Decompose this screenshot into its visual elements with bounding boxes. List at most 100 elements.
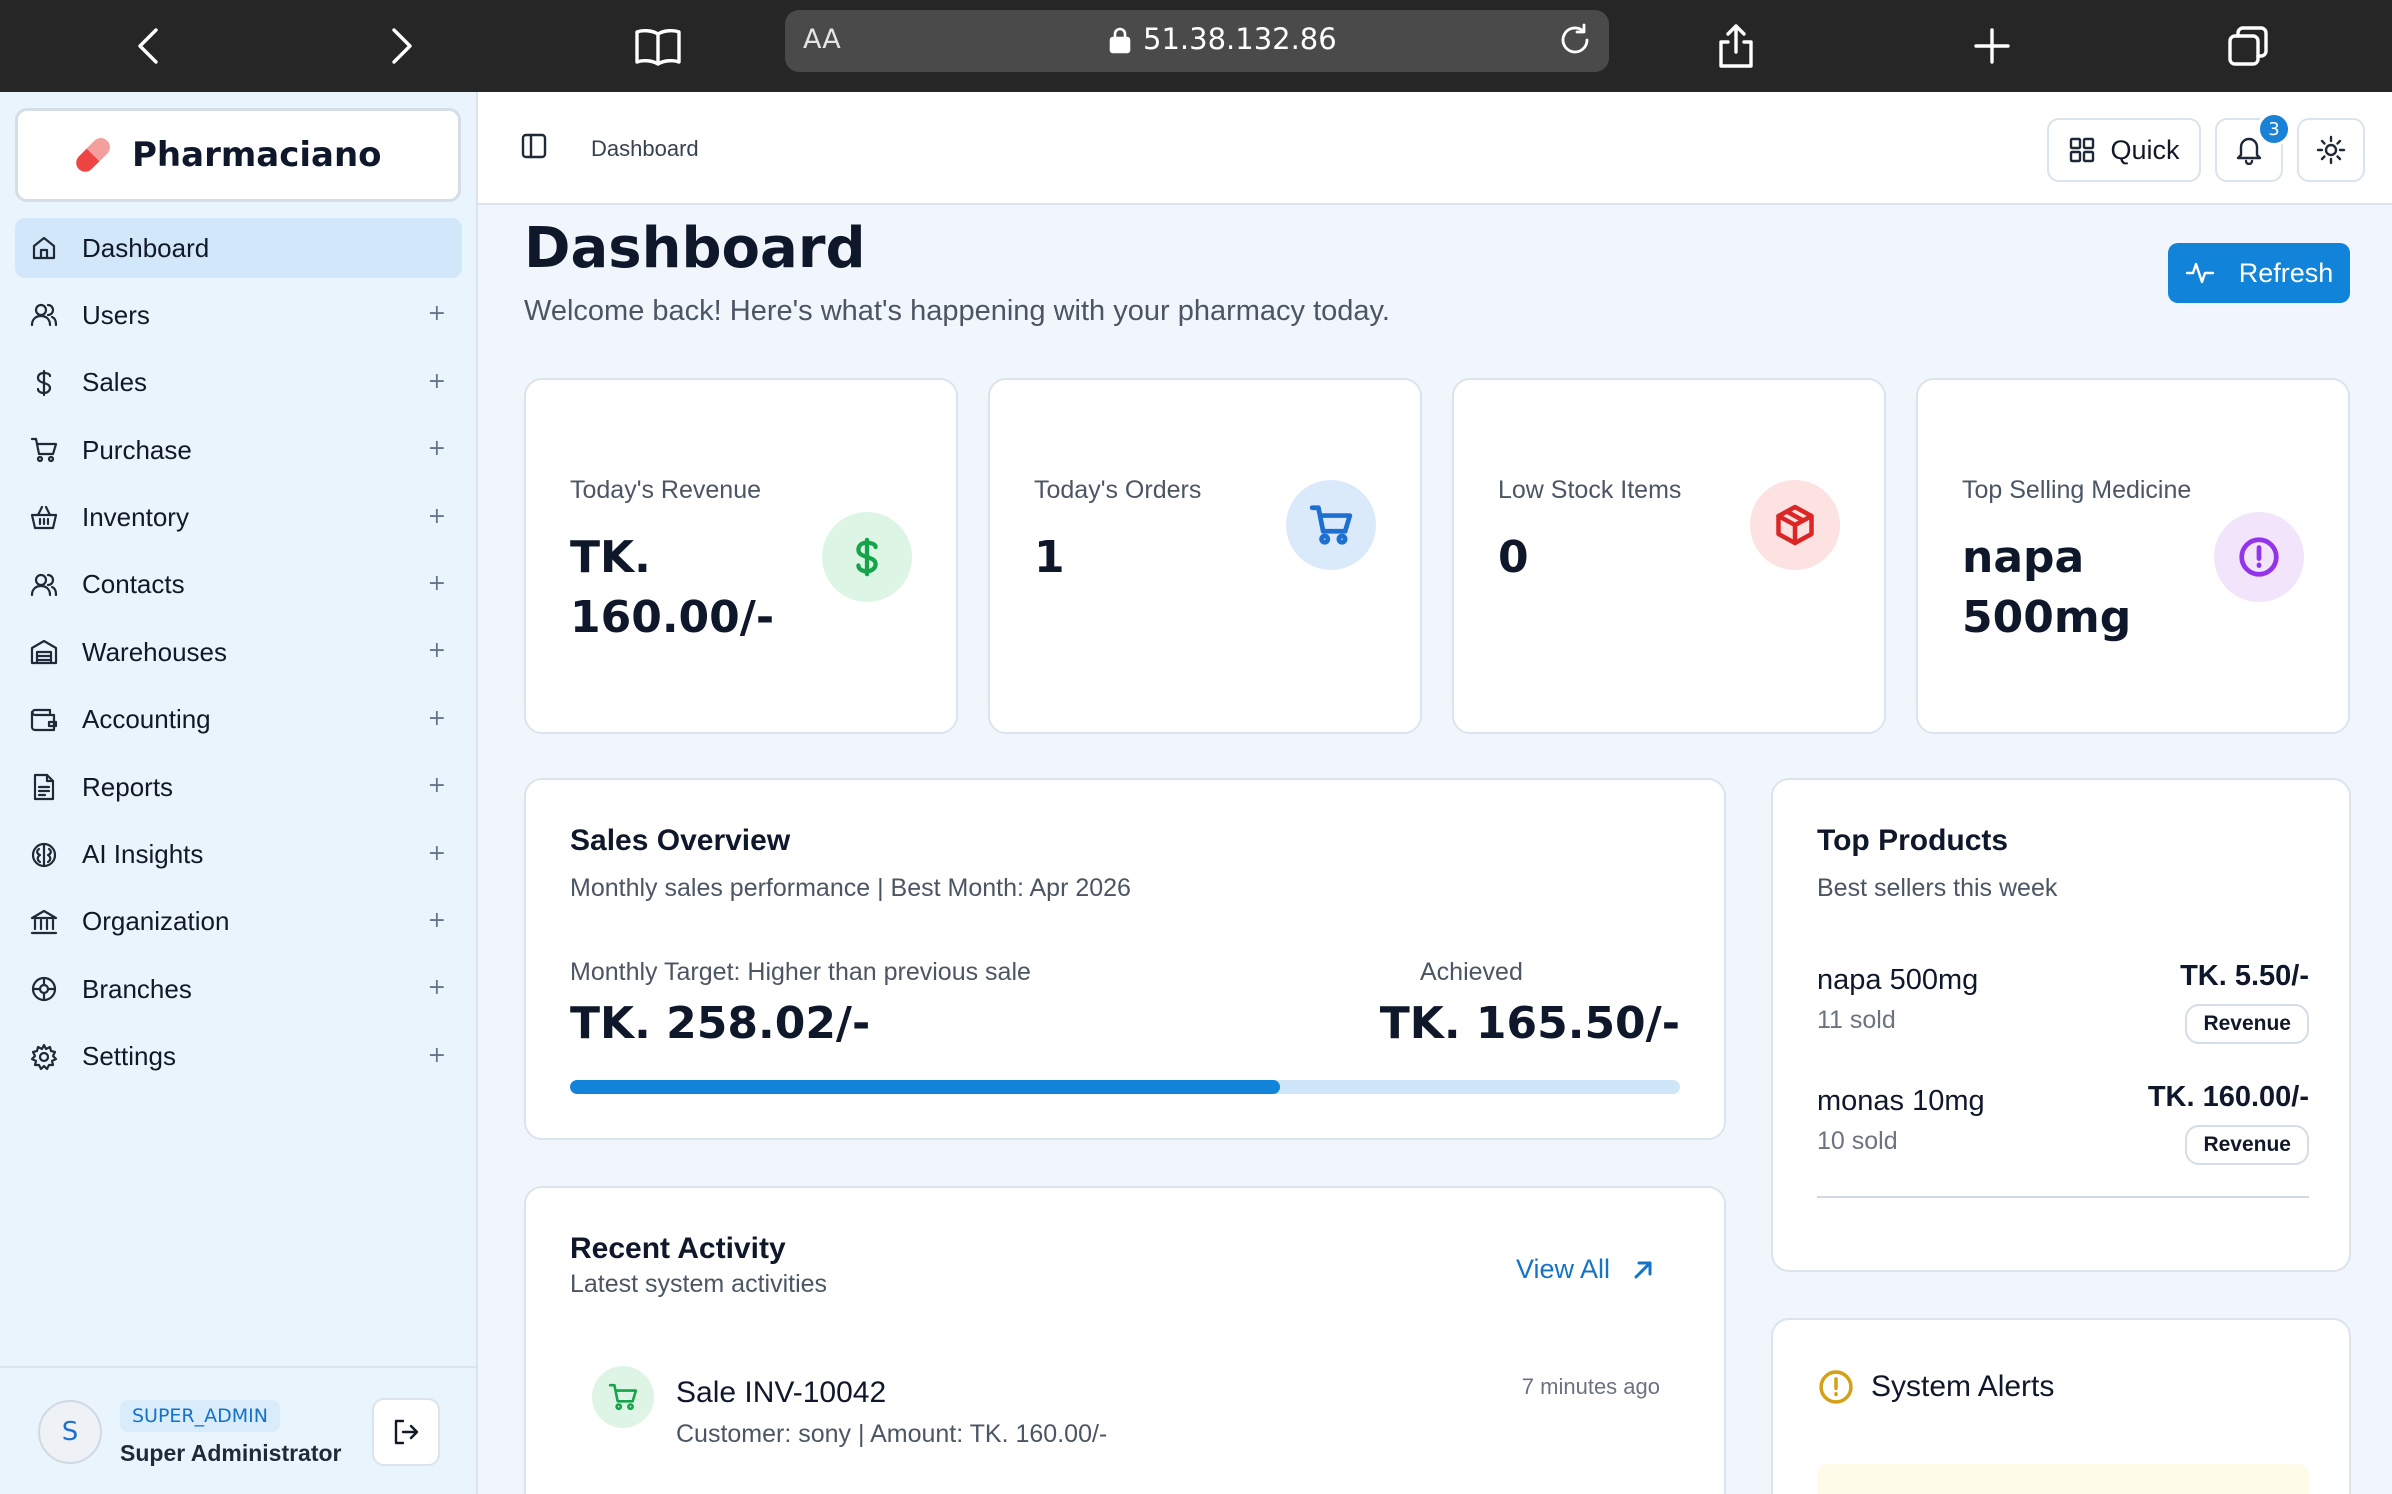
new-tab-icon[interactable]: [1960, 14, 2024, 78]
activity-title[interactable]: Sale INV-10042: [676, 1376, 886, 1410]
sidebar-item-sales[interactable]: Sales +: [15, 353, 462, 413]
card-title: Recent Activity: [570, 1232, 786, 1265]
list-item[interactable]: monas 10mg 10 sold TK. 160.00/- Revenue: [1817, 1081, 2309, 1185]
logout-button[interactable]: [372, 1398, 440, 1466]
notification-count-badge: 3: [2257, 112, 2291, 146]
gear-icon: [29, 1042, 59, 1072]
reader-mode-button[interactable]: AA: [803, 24, 841, 55]
bookmarks-icon[interactable]: [626, 14, 690, 78]
back-icon[interactable]: [116, 14, 180, 78]
view-all-link[interactable]: View All: [1516, 1254, 1654, 1285]
grid-icon: [2070, 137, 2095, 163]
user-name: Super Administrator: [120, 1440, 342, 1466]
sidebar-item-label: Users: [82, 299, 150, 330]
sidebar-item-branches[interactable]: Branches +: [15, 959, 462, 1019]
brain-icon: [29, 840, 59, 870]
card-subtitle: Best sellers this week: [1817, 874, 2058, 902]
quick-label: Quick: [2110, 134, 2180, 165]
achieved-value: TK. 165.50/-: [1379, 998, 1680, 1049]
sidebar-item-settings[interactable]: Settings +: [15, 1027, 462, 1087]
expand-icon[interactable]: +: [428, 773, 446, 798]
revenue-badge: Revenue: [2185, 1125, 2309, 1165]
browser-toolbar: AA 51.38.132.86: [0, 0, 2392, 92]
expand-icon[interactable]: +: [428, 908, 446, 933]
cart-icon: [29, 435, 59, 465]
sun-icon: [2316, 135, 2346, 165]
lock-icon: [1109, 26, 1131, 58]
refresh-label: Refresh: [2238, 257, 2334, 288]
sidebar-item-contacts[interactable]: Contacts +: [15, 555, 462, 615]
alert-item[interactable]: [1817, 1464, 2309, 1494]
contacts-icon: [29, 570, 59, 600]
list-item[interactable]: napa 500mg 11 sold TK. 5.50/- Revenue: [1817, 960, 2309, 1064]
sidebar-item-users[interactable]: Users +: [15, 285, 462, 345]
product-sold: 10 sold: [1817, 1127, 1898, 1155]
expand-icon[interactable]: +: [428, 1043, 446, 1068]
sidebar-item-label: Dashboard: [82, 232, 210, 263]
address-bar[interactable]: AA 51.38.132.86: [785, 10, 1609, 72]
wallet-icon: [29, 705, 59, 735]
target-label: Monthly Target: Higher than previous sal…: [570, 958, 1031, 986]
product-name: napa 500mg: [1817, 964, 1979, 996]
expand-icon[interactable]: +: [428, 638, 446, 663]
quick-actions-button[interactable]: Quick: [2047, 118, 2201, 182]
reload-icon[interactable]: [1557, 22, 1593, 62]
brand-name: Pharmaciano: [132, 135, 382, 175]
system-alerts-card: System Alerts: [1771, 1318, 2351, 1494]
expand-icon[interactable]: +: [428, 301, 446, 326]
sidebar-item-label: Inventory: [82, 502, 189, 533]
theme-toggle-button[interactable]: [2297, 118, 2365, 182]
sidebar-item-reports[interactable]: Reports +: [15, 757, 462, 817]
sidebar-nav: Dashboard Users + Sales + Purchase + Inv…: [15, 218, 462, 1094]
sales-overview-card: Sales Overview Monthly sales performance…: [524, 778, 1726, 1140]
sidebar-toggle-icon[interactable]: [520, 132, 548, 164]
sidebar-item-inventory[interactable]: Inventory +: [15, 488, 462, 548]
recent-activity-card: Recent Activity Latest system activities…: [524, 1186, 1726, 1494]
sidebar-item-accounting[interactable]: Accounting +: [15, 690, 462, 750]
user-panel: S SUPER_ADMIN Super Administrator: [0, 1366, 476, 1494]
sidebar-item-label: Organization: [82, 906, 230, 937]
expand-icon[interactable]: +: [428, 841, 446, 866]
card-subtitle: Latest system activities: [570, 1270, 828, 1298]
branch-icon: [29, 974, 59, 1004]
card-title: Sales Overview: [570, 824, 791, 857]
stat-value: TK. 160.00/-: [570, 532, 775, 643]
card-title: System Alerts: [1871, 1370, 2055, 1403]
target-value: TK. 258.02/-: [570, 998, 871, 1049]
stat-label: Today's Revenue: [570, 476, 762, 504]
expand-icon[interactable]: +: [428, 706, 446, 731]
divider: [1817, 1196, 2309, 1198]
brand-logo[interactable]: Pharmaciano: [15, 108, 461, 202]
progress-fill: [570, 1080, 1281, 1094]
expand-icon[interactable]: +: [428, 436, 446, 461]
page-subtitle: Welcome back! Here's what's happening wi…: [524, 295, 1390, 327]
breadcrumb[interactable]: Dashboard: [591, 136, 699, 162]
sidebar-item-organization[interactable]: Organization +: [15, 892, 462, 952]
stat-card-orders: Today's Orders 1: [988, 378, 1422, 734]
product-name: monas 10mg: [1817, 1085, 1985, 1117]
sidebar-item-purchase[interactable]: Purchase +: [15, 420, 462, 480]
package-icon: [1750, 480, 1840, 570]
dollar-icon: [29, 368, 59, 398]
sidebar-item-warehouses[interactable]: Warehouses +: [15, 622, 462, 682]
avatar[interactable]: S: [38, 1400, 102, 1464]
expand-icon[interactable]: +: [428, 369, 446, 394]
expand-icon[interactable]: +: [428, 975, 446, 1000]
card-subtitle: Monthly sales performance | Best Month: …: [570, 874, 1131, 902]
card-title: Top Products: [1817, 824, 2009, 857]
notifications-button[interactable]: 3: [2215, 112, 2291, 182]
refresh-button[interactable]: Refresh: [2168, 243, 2350, 303]
basket-icon: [29, 503, 59, 533]
sidebar-item-ai-insights[interactable]: AI Insights +: [15, 825, 462, 885]
expand-icon[interactable]: +: [428, 571, 446, 596]
view-all-label: View All: [1516, 1254, 1611, 1284]
stat-card-low-stock: Low Stock Items 0: [1452, 378, 1886, 734]
tabs-icon[interactable]: [2216, 14, 2280, 78]
forward-icon[interactable]: [370, 14, 434, 78]
stat-value: napa 500mg: [1962, 532, 2132, 643]
expand-icon[interactable]: +: [428, 504, 446, 529]
sidebar-item-dashboard[interactable]: Dashboard: [15, 218, 462, 278]
revenue-badge: Revenue: [2185, 1004, 2309, 1044]
top-header: Dashboard Quick 3: [478, 92, 2392, 205]
share-icon[interactable]: [1704, 14, 1768, 78]
